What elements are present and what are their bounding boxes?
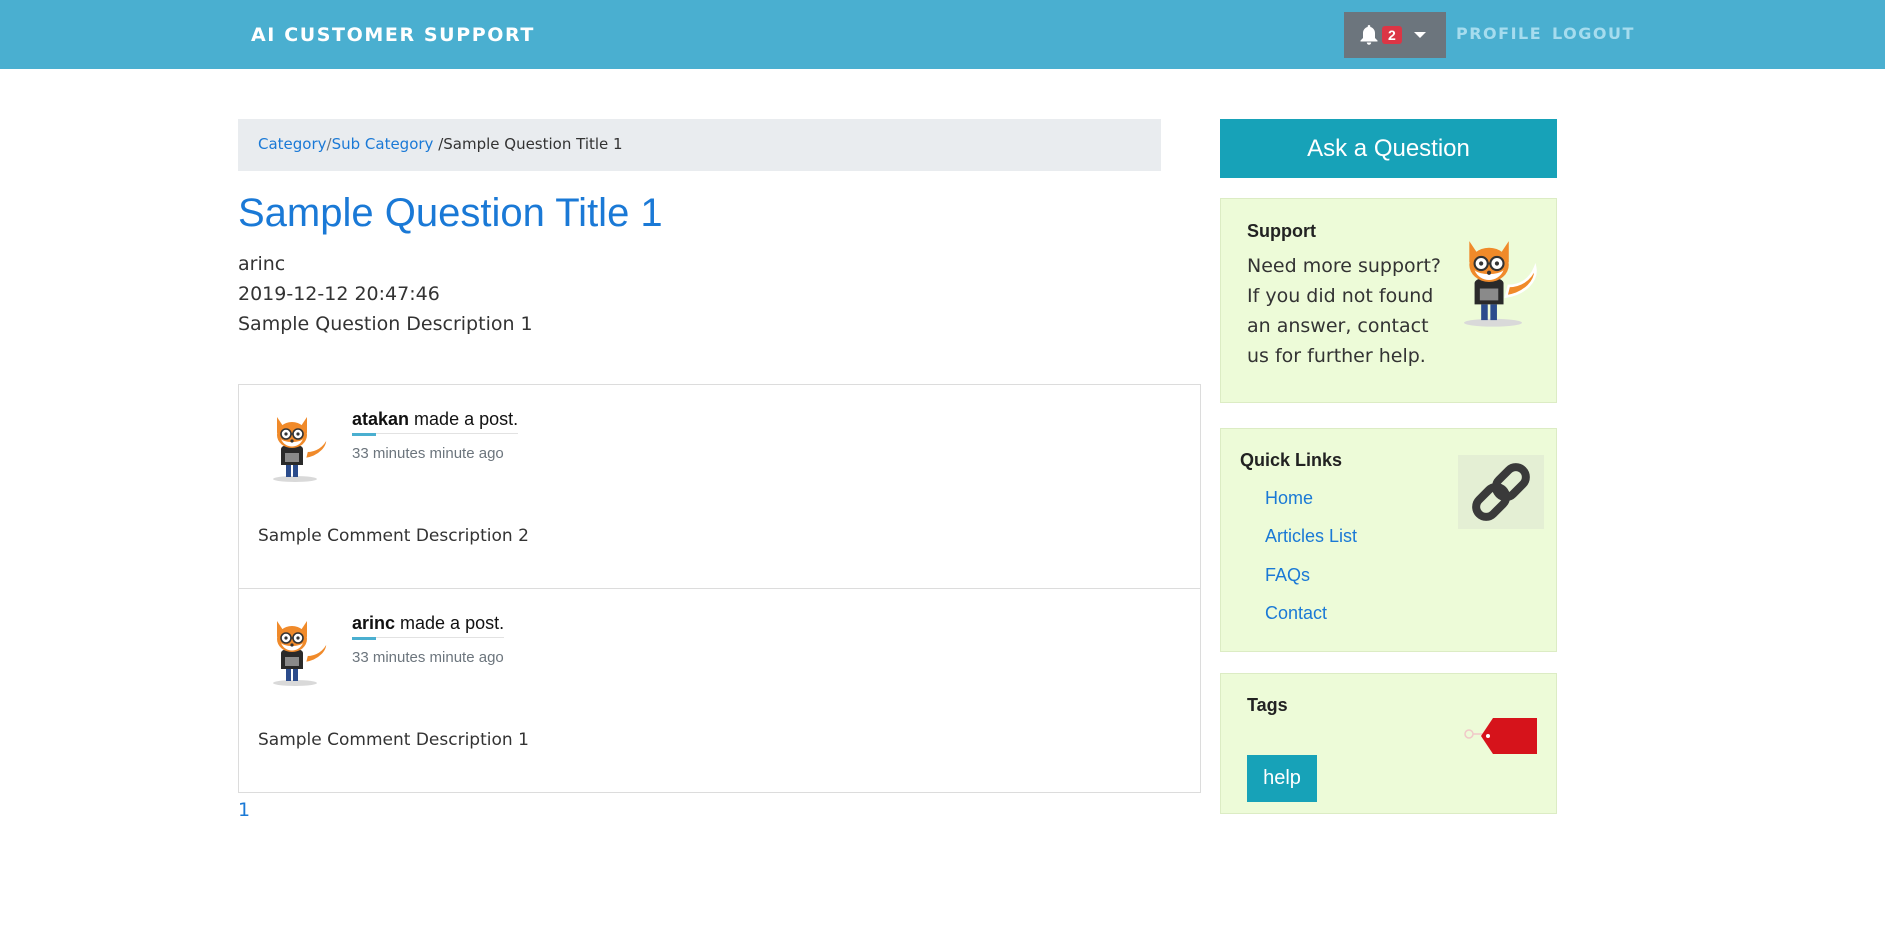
- fox-mascot-icon: [1462, 239, 1537, 328]
- breadcrumb-category-link[interactable]: Category: [258, 135, 327, 153]
- notifications-dropdown-button[interactable]: 2: [1344, 12, 1446, 58]
- tag-icon: [1464, 718, 1537, 754]
- quick-link-faqs[interactable]: FAQs: [1265, 565, 1310, 586]
- quick-links-panel: Quick Links Home Articles List FAQs Cont…: [1220, 428, 1557, 652]
- post-action: made a post.: [409, 409, 519, 429]
- ask-question-button[interactable]: Ask a Question: [1220, 119, 1557, 178]
- quick-link-contact[interactable]: Contact: [1265, 603, 1327, 624]
- post-author[interactable]: arinc: [352, 613, 395, 633]
- fox-avatar-icon: [272, 416, 329, 483]
- post-header: atakan made a post.: [352, 409, 519, 434]
- support-title: Support: [1247, 221, 1316, 241]
- post-body: Sample Comment Description 2: [258, 526, 529, 546]
- breadcrumb-subcategory-link[interactable]: Sub Category: [332, 135, 434, 153]
- post-underline: [352, 637, 376, 640]
- breadcrumb-current: /Sample Question Title 1: [433, 135, 623, 153]
- support-text: Need more support? If you did not found …: [1247, 255, 1441, 367]
- quick-links-title: Quick Links: [1240, 450, 1343, 470]
- quick-link-home[interactable]: Home: [1265, 488, 1313, 509]
- notification-count-badge: 2: [1382, 26, 1402, 44]
- chevron-down-icon: [1413, 32, 1426, 38]
- question-description: Sample Question Description 1: [238, 313, 533, 335]
- breadcrumb: Category/Sub Category /Sample Question T…: [238, 119, 1161, 171]
- question-title: Sample Question Title 1: [238, 191, 663, 235]
- post-time: 33 minutes minute ago: [352, 649, 504, 666]
- post-header: arinc made a post.: [352, 613, 505, 638]
- tags-panel: Tags help: [1220, 673, 1557, 814]
- pagination-page-link[interactable]: 1: [238, 799, 250, 821]
- brand-title[interactable]: AI CUSTOMER SUPPORT: [251, 24, 535, 46]
- navbar: AI CUSTOMER SUPPORT 2 PROFILE LOGOUT: [0, 0, 1885, 69]
- post-time: 33 minutes minute ago: [352, 445, 504, 462]
- comment-card: arinc made a post. 33 minutes minute ago…: [238, 588, 1201, 793]
- post-body: Sample Comment Description 1: [258, 730, 529, 750]
- post-action: made a post.: [395, 613, 505, 633]
- bell-icon: [1360, 25, 1378, 45]
- comment-card: atakan made a post. 33 minutes minute ag…: [238, 384, 1201, 589]
- post-underline: [352, 433, 376, 436]
- nav-logout-link[interactable]: LOGOUT: [1552, 24, 1635, 43]
- quick-link-articles[interactable]: Articles List: [1265, 526, 1357, 547]
- post-author[interactable]: atakan: [352, 409, 409, 429]
- support-panel: Support Need more support? If you did no…: [1220, 198, 1557, 403]
- tags-title: Tags: [1247, 695, 1288, 715]
- question-author: arinc: [238, 253, 286, 275]
- fox-avatar-icon: [272, 620, 329, 687]
- link-icon: [1458, 455, 1544, 529]
- question-date: 2019-12-12 20:47:46: [238, 283, 440, 305]
- tag-help-button[interactable]: help: [1247, 755, 1317, 802]
- nav-profile-link[interactable]: PROFILE: [1456, 24, 1542, 43]
